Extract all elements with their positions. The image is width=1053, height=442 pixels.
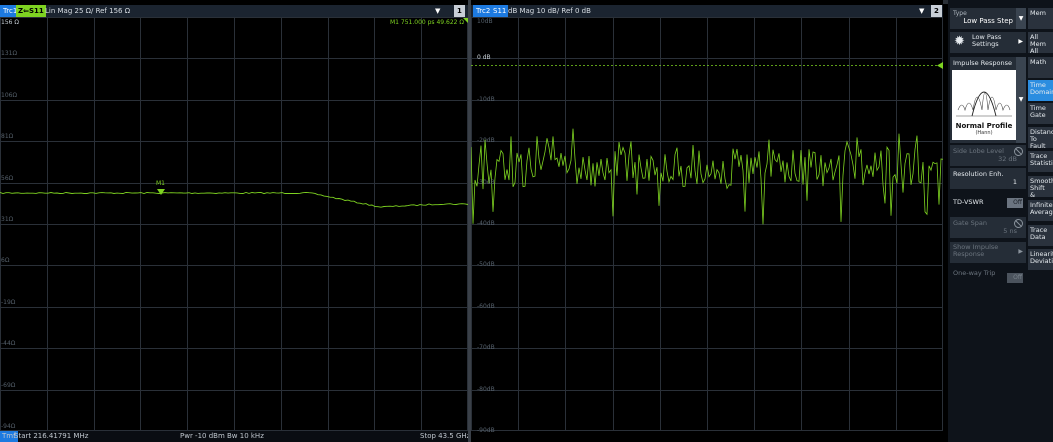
start-frequency[interactable]: Start 216.41791 MHz	[14, 431, 88, 442]
softkey-4[interactable]: Time Gate	[1028, 103, 1053, 124]
dropdown-icon[interactable]: ▼	[435, 5, 440, 17]
y-tick-label: -70dB	[477, 344, 495, 352]
gear-icon: ✹	[954, 34, 965, 49]
softkey-0[interactable]: Mem	[1028, 8, 1053, 29]
softkey-6[interactable]: Trace Statistics	[1028, 151, 1053, 172]
profile-sub: (Hann)	[975, 130, 993, 136]
type-label: Type	[953, 10, 967, 17]
softkey-3[interactable]: Time Domain	[1028, 80, 1053, 101]
y-tick-label: -10dB	[477, 95, 495, 103]
chevron-right-icon: ▶	[1018, 38, 1023, 45]
ref-value: 156 Ω	[1, 19, 19, 26]
trace-2-format[interactable]: dB Mag 10 dB/ Ref 0 dB	[508, 5, 591, 17]
diagram-1-grid: M1	[0, 17, 468, 431]
y-tick-label: -50dB	[477, 261, 495, 269]
y-tick-label: 31Ω	[1, 216, 14, 223]
show-impulse-response-button[interactable]: Show Impulse Response ▶	[950, 242, 1026, 263]
y-tick-label: 10dB	[477, 18, 493, 25]
ref-arrow	[937, 62, 943, 69]
td-vswr-toggle[interactable]: TD-VSWR Off	[950, 193, 1026, 214]
softkey-5[interactable]: Distance To Fault	[1028, 127, 1053, 148]
y-tick-label: 6Ω	[1, 257, 10, 265]
time-domain-panel: Type Low Pass Step ▼ ✹ Low Pass Settings…	[948, 0, 1053, 442]
trace-1-measurement[interactable]: Z⇐S11	[16, 5, 46, 17]
gate-span-label: Gate Span	[953, 219, 987, 227]
y-tick-label: -20dB	[477, 137, 495, 145]
disabled-icon	[1014, 147, 1023, 156]
impulse-response-select[interactable]: Impulse Response Normal Profile (Hann) ▼	[950, 57, 1026, 143]
profile-name: Normal Profile	[955, 122, 1013, 130]
one-way-trip-state[interactable]: Off	[1007, 273, 1023, 283]
gate-span-field[interactable]: Gate Span 5 ns	[950, 217, 1026, 238]
y-tick-label: -90dB	[477, 427, 495, 434]
y-tick-label: -30dB	[477, 178, 495, 186]
side-lobe-level-label: Side Lobe Level	[953, 147, 1004, 155]
diagram-1-header: Trc1 Z⇐S11 Lin Mag 25 Ω/ Ref 156 Ω ▼ 1	[0, 5, 468, 17]
y-tick-label: 56Ω	[1, 174, 14, 182]
diagram-1[interactable]: Trc1 Z⇐S11 Lin Mag 25 Ω/ Ref 156 Ω ▼ 1 M…	[0, 0, 468, 442]
y-tick-label: -69Ω	[1, 381, 16, 389]
diagram-2-grid	[471, 17, 943, 431]
td-vswr-state[interactable]: Off	[1007, 198, 1023, 208]
side-lobe-level-value: 32 dB	[998, 155, 1017, 163]
disabled-icon	[1014, 219, 1023, 228]
softkey-2[interactable]: Math	[1028, 57, 1053, 78]
y-tick-label: -80dB	[477, 385, 495, 393]
chevron-right-icon: ▶	[1018, 248, 1023, 255]
low-pass-settings-label: Low Pass Settings	[972, 33, 1002, 48]
y-tick-label: -40dB	[477, 220, 495, 227]
stop-frequency[interactable]: Stop 43.5 GHz	[420, 431, 468, 442]
resolution-enh-field[interactable]: Resolution Enh. 1	[950, 168, 1026, 189]
type-value: Low Pass Step	[963, 17, 1013, 25]
resolution-enh-label: Resolution Enh.	[953, 170, 1004, 178]
profile-card: Normal Profile (Hann)	[952, 70, 1016, 140]
trace-1-format[interactable]: Lin Mag 25 Ω/ Ref 156 Ω	[45, 5, 130, 17]
side-lobe-level-field[interactable]: Side Lobe Level 32 dB	[950, 145, 1026, 166]
diagram-1-number: 1	[454, 5, 465, 17]
trace-2-measurement[interactable]: S11	[491, 5, 509, 17]
power-bandwidth[interactable]: Pwr -10 dBm Bw 10 kHz	[180, 431, 264, 442]
diagram-1-footer: Tmf Start 216.41791 MHz Pwr -10 dBm Bw 1…	[0, 431, 468, 442]
softkey-8[interactable]: Infinite Averag	[1028, 200, 1053, 221]
softkey-1[interactable]: All Mem All Data	[1028, 32, 1053, 53]
diagram-2-header: Trc2 S11 dB Mag 10 dB/ Ref 0 dB ▼ 2	[471, 5, 943, 17]
gate-span-value: 5 ns	[1003, 227, 1017, 235]
y-tick-label: -94Ω	[1, 423, 16, 430]
show-impulse-response-label: Show Impulse Response	[953, 243, 999, 258]
resolution-enh-value: 1	[1012, 178, 1017, 186]
y-tick-label: 0 dB	[477, 54, 491, 62]
impulse-profile-graphic	[956, 91, 1012, 117]
y-tick-label: -44Ω	[1, 340, 16, 348]
y-tick-label: 81Ω	[1, 133, 14, 141]
impulse-response-label: Impulse Response	[953, 59, 1012, 67]
chevron-down-icon: ▼	[1016, 8, 1026, 29]
dropdown-icon[interactable]: ▼	[919, 5, 924, 17]
softkey-9[interactable]: Trace Data	[1028, 225, 1053, 246]
softkey-7[interactable]: Smooth Shift &	[1028, 176, 1053, 197]
y-tick-label: -19Ω	[1, 298, 16, 306]
softkey-10[interactable]: Linearit Deviati	[1028, 249, 1053, 270]
y-tick-label: 106Ω	[1, 91, 18, 99]
marker-m1-label: M1	[156, 180, 165, 187]
marker-readout: M1 751.000 ps 49.622 Ω	[390, 19, 464, 26]
low-pass-settings-button[interactable]: ✹ Low Pass Settings ▶	[950, 32, 1026, 53]
y-tick-label: -60dB	[477, 302, 495, 310]
diagram-2[interactable]: Trc2 S11 dB Mag 10 dB/ Ref 0 dB ▼ 2 10dB…	[471, 0, 943, 442]
diagram-2-number: 2	[931, 5, 942, 17]
one-way-trip-toggle[interactable]: One-way Trip Off	[950, 267, 1026, 288]
marker-m1-triangle	[157, 189, 165, 195]
chevron-down-icon: ▼	[1016, 57, 1026, 143]
y-tick-label: 131Ω	[1, 50, 18, 58]
type-select[interactable]: Type Low Pass Step ▼	[950, 8, 1026, 29]
